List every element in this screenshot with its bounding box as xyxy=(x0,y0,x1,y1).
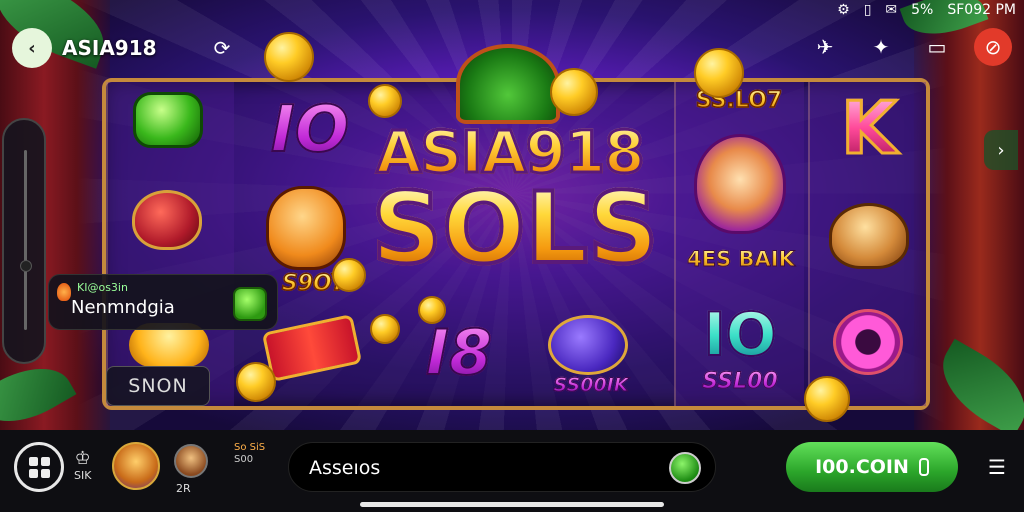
spin-button[interactable]: SNON xyxy=(106,366,210,406)
phone-icon: ▯ xyxy=(863,2,872,18)
chevron-right-icon: › xyxy=(997,139,1005,161)
home-button[interactable] xyxy=(14,442,64,492)
side-drawer-handle[interactable] xyxy=(2,118,46,364)
k-symbol: K xyxy=(824,85,914,172)
menu-icon[interactable]: ☰ xyxy=(982,452,1012,482)
mail-icon: ✉ xyxy=(885,2,898,18)
popup-main-text: Nenmndgia xyxy=(71,297,175,318)
candy-symbol xyxy=(820,304,916,380)
basket-symbol xyxy=(824,196,914,276)
search-icon[interactable]: ⊘ xyxy=(974,28,1012,66)
bear-prize-text: 4ES BAIK xyxy=(680,244,802,274)
ten-prize-label: SSL00 xyxy=(702,368,779,394)
shop-icon[interactable]: ✦ xyxy=(862,28,900,66)
game-logo-subtitle: SOLS xyxy=(355,178,675,280)
pot-prize-text: SS00IK xyxy=(536,372,646,398)
coin-decoration xyxy=(236,362,276,402)
settings-icon: ⚙ xyxy=(837,2,850,18)
ten-symbol-text: IO xyxy=(702,299,777,371)
green-gem-symbol xyxy=(128,80,208,160)
k-symbol-text: K xyxy=(840,85,899,172)
bottom-bar: ♔ SIK 2R So SiS S00 Asseıos I00.COIN ☰ xyxy=(0,430,1024,512)
lucky-bag-symbol xyxy=(448,44,568,124)
avatar-caption: 2R xyxy=(176,482,191,495)
eighteen-symbol-text: I8 xyxy=(425,315,493,390)
coin-decoration xyxy=(368,84,402,118)
status-bar: ⚙ ▯ ✉ 5% SF092 PM xyxy=(716,0,1016,20)
crown-shortcut[interactable]: ♔ SIK xyxy=(74,448,91,482)
crown-icon: ♔ xyxy=(74,448,91,469)
back-button[interactable]: ‹ xyxy=(12,28,52,68)
refresh-icon[interactable]: ⟳ xyxy=(206,32,238,64)
reward-badge-top: So SiS xyxy=(234,442,266,453)
search-input[interactable]: Asseıos xyxy=(288,442,716,492)
io-symbol-text: IO xyxy=(270,92,350,168)
grid-icon xyxy=(28,456,50,478)
notification-popup[interactable]: KI@os3in Nenmndgia xyxy=(48,274,278,330)
pot-prize-label: SS00IK xyxy=(553,374,629,397)
top-icon-bar: ✈ ✦ ▭ ⊘ xyxy=(806,28,1012,66)
dragon-symbol xyxy=(688,128,792,240)
scroll-symbol xyxy=(261,313,363,383)
popup-small-text: KI@os3in xyxy=(77,281,128,294)
battery-level: 5% xyxy=(911,2,934,18)
bear-prize-label: 4ES BAIK xyxy=(687,247,796,272)
drawer-grip xyxy=(24,150,27,330)
ten-symbol: IO xyxy=(690,299,790,371)
clock-time: SF092 PM xyxy=(947,2,1016,18)
app-title: ASIA918 xyxy=(62,36,157,60)
home-indicator xyxy=(360,502,664,507)
ten-prize-text: SSL00 xyxy=(690,366,790,396)
pin-icon[interactable]: ✈ xyxy=(806,28,844,66)
reward-badge-bottom: S00 xyxy=(234,454,254,465)
flame-icon xyxy=(57,283,71,301)
coin-decoration xyxy=(694,48,744,98)
expand-tab[interactable]: › xyxy=(984,130,1018,170)
coin-decoration xyxy=(332,258,366,292)
coin-button[interactable]: I00.COIN xyxy=(786,442,958,492)
red-pouch-symbol xyxy=(124,180,210,260)
eighteen-symbol: I8 xyxy=(414,315,504,390)
coin-decoration xyxy=(264,32,314,82)
pot-symbol xyxy=(540,312,636,378)
coin-decoration xyxy=(804,376,850,422)
wallet-icon xyxy=(918,458,929,476)
chat-icon[interactable]: ▭ xyxy=(918,28,956,66)
gem-icon xyxy=(233,287,267,321)
header-left: ‹ ASIA918 xyxy=(12,28,157,68)
search-input-text: Asseıos xyxy=(309,457,381,479)
avatar[interactable] xyxy=(112,442,160,490)
coin-decoration xyxy=(418,296,446,324)
reward-badge[interactable]: So SiS S00 xyxy=(234,440,286,494)
coin-decoration xyxy=(370,314,400,344)
crown-shortcut-label: SIK xyxy=(74,469,92,482)
avatar[interactable] xyxy=(174,444,208,478)
coin-decoration xyxy=(550,68,598,116)
coin-button-label: I00.COIN xyxy=(815,456,909,478)
search-go-button[interactable] xyxy=(669,452,701,484)
drawer-dot xyxy=(20,260,32,272)
